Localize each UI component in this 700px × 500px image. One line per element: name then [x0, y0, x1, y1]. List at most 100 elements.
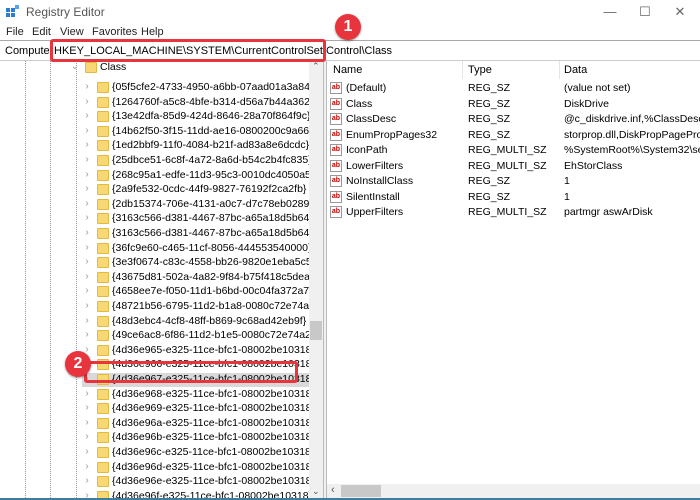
folder-icon	[97, 330, 109, 342]
value-row[interactable]: ab UpperFilters REG_MULTI_SZ partmgr aswArD…	[327, 205, 700, 220]
chevron-right-icon[interactable]: ›	[82, 154, 92, 165]
chevron-right-icon[interactable]: ›	[82, 212, 92, 223]
close-button[interactable]: ✕	[665, 4, 695, 20]
menu-view[interactable]: View	[60, 26, 84, 38]
chevron-down-icon[interactable]: ⌄	[70, 61, 80, 72]
chevron-right-icon[interactable]: ›	[82, 329, 92, 340]
tree-item[interactable]: › {3163c566-d381-4467-87bc-a65a18d5b648}	[82, 212, 309, 226]
chevron-right-icon[interactable]: ›	[82, 461, 92, 472]
chevron-right-icon[interactable]: ›	[82, 198, 92, 209]
folder-icon	[97, 403, 109, 415]
scroll-up-icon[interactable]: ⌃	[312, 61, 320, 72]
menu-edit[interactable]: Edit	[32, 26, 51, 38]
tree-item-label: {13e42dfa-85d9-424d-8646-28a70f864f9c}	[112, 110, 309, 123]
tree-item[interactable]: › {13e42dfa-85d9-424d-8646-28a70f864f9c}	[82, 110, 309, 124]
tree-item[interactable]: › {4d36e96d-e325-11ce-bfc1-08002be10318}	[82, 461, 309, 475]
tree-item[interactable]: › {1264760f-a5c8-4bfe-b314-d56a7b44a362}	[82, 96, 309, 110]
value-row[interactable]: ab NoInstallClass REG_SZ 1	[327, 174, 700, 189]
tree-item-label: {4d36e965-e325-11ce-bfc1-08002be10318}	[112, 343, 309, 356]
folder-icon	[97, 198, 109, 210]
chevron-right-icon[interactable]: ›	[82, 125, 92, 136]
tree-item[interactable]: › {14b62f50-3f15-11dd-ae16-0800200c9a66}	[82, 125, 309, 139]
chevron-right-icon[interactable]: ›	[82, 315, 92, 326]
tree-item[interactable]: › {3e3f0674-c83c-4558-bb26-9820e1eba5c5}	[82, 256, 309, 270]
scrollbar-thumb[interactable]	[310, 321, 322, 340]
tree-item[interactable]: › {48721b56-6795-11d2-b1a8-0080c72e74a2}	[82, 300, 309, 314]
chevron-right-icon[interactable]: ›	[82, 227, 92, 238]
tree-item[interactable]: › {4d36e96c-e325-11ce-bfc1-08002be10318}	[82, 446, 309, 460]
chevron-right-icon[interactable]: ›	[82, 169, 92, 180]
value-name: UpperFilters	[346, 206, 404, 218]
scroll-down-icon[interactable]: ⌄	[312, 486, 320, 497]
menu-help[interactable]: Help	[141, 26, 164, 38]
chevron-right-icon[interactable]: ›	[82, 285, 92, 296]
chevron-right-icon[interactable]: ›	[82, 417, 92, 428]
column-header-name[interactable]: Name	[333, 64, 362, 76]
folder-icon	[97, 257, 109, 269]
tree-item[interactable]: › {3163c566-d381-4467-87bc-a65a18d5b649}	[82, 227, 309, 241]
value-row[interactable]: ab SilentInstall REG_SZ 1	[327, 190, 700, 205]
folder-icon	[97, 417, 109, 429]
tree-item[interactable]: › {36fc9e60-c465-11cf-8056-444553540000}	[82, 242, 309, 256]
tree-item[interactable]: › {4d36e96e-e325-11ce-bfc1-08002be10318}	[82, 475, 309, 489]
tree-item[interactable]: › {43675d81-502a-4a82-9f84-b75f418c5dea}	[82, 271, 309, 285]
tree-item[interactable]: › {2db15374-706e-4131-a0c7-d7c78eb0289a}	[82, 198, 309, 212]
maximize-button[interactable]: ☐	[630, 4, 660, 20]
tree-item[interactable]: › {4d36e965-e325-11ce-bfc1-08002be10318}	[82, 344, 309, 358]
address-label: Computer	[5, 45, 54, 57]
tree-item[interactable]: › {268c95a1-edfe-11d3-95c3-0010dc4050a5}	[82, 169, 309, 183]
chevron-right-icon[interactable]: ›	[82, 256, 92, 267]
chevron-right-icon[interactable]: ›	[82, 446, 92, 457]
tree-item[interactable]: › {1ed2bbf9-11f0-4084-b21f-ad83a8e6dcdc}	[82, 139, 309, 153]
scroll-left-icon[interactable]: ‹	[331, 484, 335, 496]
value-row[interactable]: ab IconPath REG_MULTI_SZ %SystemRoot%\Syste…	[327, 143, 700, 158]
chevron-right-icon[interactable]: ›	[82, 242, 92, 253]
column-divider[interactable]	[559, 61, 560, 79]
scrollbar-thumb[interactable]	[341, 485, 381, 497]
tree-item-class[interactable]: ⌄ Class	[70, 61, 309, 75]
tree-item[interactable]: › {4d36e96b-e325-11ce-bfc1-08002be10318}	[82, 431, 309, 445]
tree-item-label: {2db15374-706e-4131-a0c7-d7c78eb0289a}	[112, 197, 309, 210]
values-horizontal-scrollbar[interactable]: ‹	[327, 484, 700, 498]
chevron-right-icon[interactable]: ›	[82, 402, 92, 413]
tree-item[interactable]: › {4d36e968-e325-11ce-bfc1-08002be10318}	[82, 388, 309, 402]
chevron-right-icon[interactable]: ›	[82, 271, 92, 282]
menu-favorites[interactable]: Favorites	[92, 26, 137, 38]
chevron-right-icon[interactable]: ›	[82, 81, 92, 92]
value-name: LowerFilters	[346, 159, 404, 172]
menu-file[interactable]: File	[6, 26, 24, 38]
tree-item[interactable]: › {4d36e96a-e325-11ce-bfc1-08002be10318}	[82, 417, 309, 431]
folder-icon	[97, 447, 109, 458]
tree-item[interactable]: › {2a9fe532-0cdc-44f9-9827-76192f2ca2fb}	[82, 183, 309, 197]
chevron-right-icon[interactable]: ›	[82, 388, 92, 399]
column-header-data[interactable]: Data	[564, 64, 587, 76]
tree-scrollbar[interactable]: ⌃ ⌄	[309, 61, 323, 500]
tree-item[interactable]: › {4d36e969-e325-11ce-bfc1-08002be10318}	[82, 402, 309, 416]
chevron-right-icon[interactable]: ›	[82, 110, 92, 121]
value-row[interactable]: ab ClassDesc REG_SZ @c_diskdrive.inf,%Class…	[327, 112, 700, 127]
chevron-right-icon[interactable]: ›	[82, 96, 92, 107]
value-type: REG_SZ	[468, 113, 511, 125]
chevron-right-icon[interactable]: ›	[82, 300, 92, 311]
folder-icon	[97, 286, 109, 298]
chevron-right-icon[interactable]: ›	[82, 183, 92, 194]
minimize-button[interactable]: —	[595, 4, 625, 20]
value-row[interactable]: ab Class REG_SZ DiskDrive	[327, 97, 700, 112]
value-name: (Default)	[346, 82, 387, 94]
folder-icon	[97, 169, 109, 181]
value-row[interactable]: ab EnumPropPages32 REG_SZ storprop.dll,Disk…	[327, 128, 700, 143]
column-divider[interactable]	[462, 61, 463, 79]
value-row[interactable]: ab (Default) REG_SZ (value not set)	[327, 81, 700, 96]
tree-item[interactable]: › {48d3ebc4-4cf8-48ff-b869-9c68ad42eb9f}	[82, 315, 309, 329]
folder-icon	[97, 271, 109, 283]
value-row[interactable]: ab LowerFilters REG_MULTI_SZ EhStorClass	[327, 159, 700, 174]
string-value-icon: ab	[330, 113, 342, 125]
tree-item[interactable]: › {05f5cfe2-4733-4950-a6bb-07aad01a3a84}	[82, 81, 309, 95]
tree-item[interactable]: › {49ce6ac8-6f86-11d2-b1e5-0080c72e74a2}	[82, 329, 309, 343]
column-header-type[interactable]: Type	[468, 64, 492, 76]
chevron-right-icon[interactable]: ›	[82, 139, 92, 150]
tree-item[interactable]: › {25dbce51-6c8f-4a72-8a6d-b54c2b4fc835}	[82, 154, 309, 168]
tree-item[interactable]: › {4658ee7e-f050-11d1-b6bd-00c04fa372a7}	[82, 285, 309, 299]
chevron-right-icon[interactable]: ›	[82, 475, 92, 486]
chevron-right-icon[interactable]: ›	[82, 431, 92, 442]
